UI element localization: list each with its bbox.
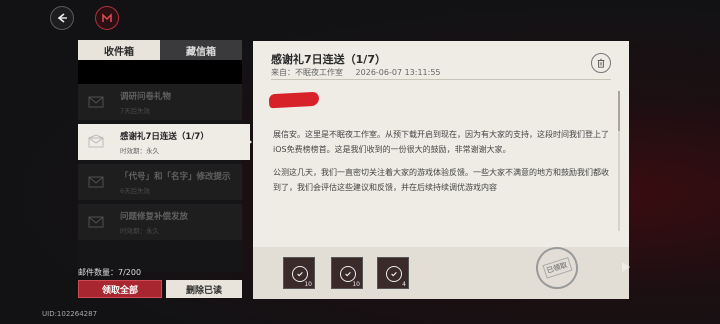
mail-count: 邮件数量：7/200 — [78, 268, 142, 277]
mail-datetime: 2026-06-07 13:11:55 — [355, 68, 441, 77]
mail-item-selected[interactable]: 感谢礼7日连送（1/7） 时效期：永久 — [78, 124, 252, 160]
claim-all-button[interactable]: 领取全部 — [78, 280, 162, 298]
divider — [271, 79, 611, 80]
claimed-check-icon — [292, 266, 308, 282]
tab-inbox[interactable]: 收件箱 — [78, 40, 160, 60]
mail-title: 问题修复补偿发放 — [120, 212, 189, 222]
scrollbar-thumb[interactable] — [618, 91, 620, 131]
mail-title: 「代号」和「名字」修改提示 — [120, 172, 231, 182]
mail-title: 感谢礼7日连送（1/7） — [120, 132, 209, 142]
item-quantity: 10 — [304, 281, 312, 288]
redaction-mark — [268, 91, 320, 109]
mail-detail-panel: 感谢礼7日连送（1/7） 来自：不眠夜工作室 2026-06-07 13:11:… — [253, 41, 629, 299]
item-quantity: 4 — [402, 281, 406, 288]
panel-notch — [622, 262, 630, 272]
trash-icon — [597, 58, 605, 68]
mail-body[interactable]: 展信安。这里是不眠夜工作室。从预下载开启到现在，因为有大家的支持，这段时间我们登… — [273, 127, 609, 237]
logo-button[interactable] — [95, 6, 119, 30]
mail-title: 调研问卷礼物 — [120, 92, 172, 102]
stamp-text: 已领取 — [541, 257, 573, 279]
mail-body-scrollbar[interactable] — [618, 91, 620, 231]
mail-expiry: 7天后失效 — [120, 107, 151, 115]
claimed-check-icon — [340, 266, 356, 282]
top-bar — [0, 0, 720, 36]
mail-detail-title: 感谢礼7日连送（1/7） — [271, 53, 386, 66]
mail-expiry: 时效期：永久 — [120, 227, 159, 235]
delete-mail-button[interactable] — [591, 53, 611, 73]
claimed-check-icon — [386, 266, 402, 282]
tab-favorites[interactable]: 藏信箱 — [160, 40, 242, 60]
mail-list-panel: 收件箱 藏信箱 调研问卷礼物 7天后失效 感谢礼7日连送（1/7） 时效期：永久… — [78, 40, 252, 272]
mail-paragraph: 展信安。这里是不眠夜工作室。从预下载开启到现在，因为有大家的支持，这段时间我们登… — [273, 130, 609, 154]
back-arrow-icon — [57, 13, 67, 23]
list-header-strip — [78, 60, 242, 84]
mail-item[interactable]: 调研问卷礼物 7天后失效 — [78, 84, 242, 120]
mail-item[interactable]: 问题修复补偿发放 时效期：永久 — [78, 204, 242, 240]
mail-detail-meta: 来自：不眠夜工作室 2026-06-07 13:11:55 — [271, 67, 451, 78]
delete-read-button[interactable]: 删除已读 — [166, 280, 242, 298]
game-logo-icon — [102, 13, 112, 22]
back-button[interactable] — [50, 6, 74, 30]
mail-item[interactable]: 「代号」和「名字」修改提示 6天后失效 — [78, 164, 242, 200]
attachment-item[interactable]: 10 — [283, 257, 315, 289]
mailbox-tabs: 收件箱 藏信箱 — [78, 40, 242, 60]
mail-paragraph: 公测这几天，我们一直密切关注着大家的游戏体验反馈。一些大家不满意的地方和鼓励我们… — [273, 168, 609, 192]
uid-label: UID:102264287 — [42, 310, 98, 318]
selection-notch — [246, 137, 252, 147]
mail-sender: 来自：不眠夜工作室 — [271, 68, 343, 77]
envelope-open-icon — [88, 134, 104, 148]
mail-expiry: 6天后失效 — [120, 187, 151, 195]
envelope-icon — [88, 96, 104, 108]
attachment-item[interactable]: 4 — [377, 257, 409, 289]
item-quantity: 10 — [352, 281, 360, 288]
attachment-item[interactable]: 10 — [331, 257, 363, 289]
envelope-icon — [88, 216, 104, 228]
envelope-icon — [88, 176, 104, 188]
mail-expiry: 时效期：永久 — [120, 147, 159, 155]
